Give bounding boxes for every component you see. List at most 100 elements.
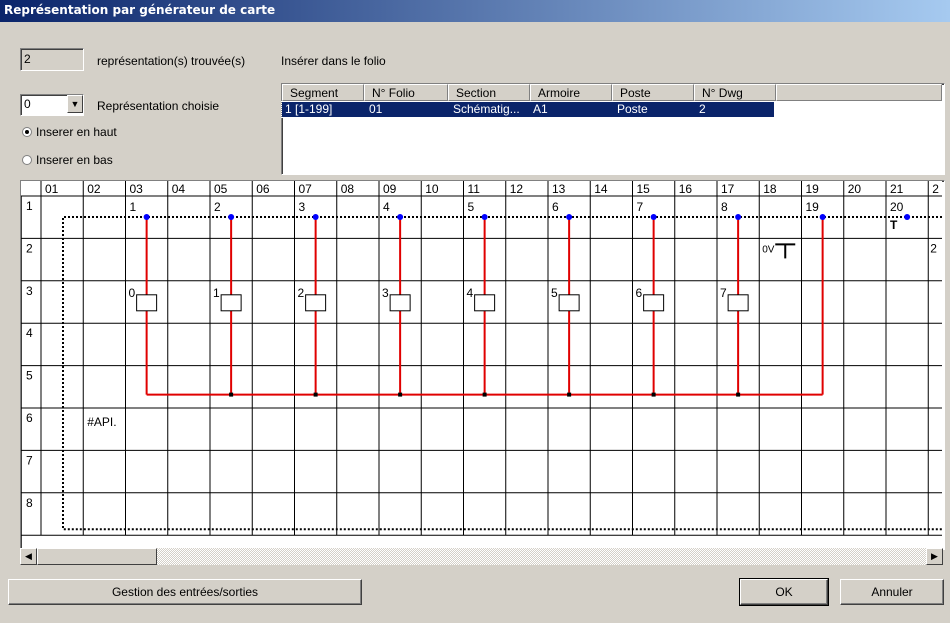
radio-insert-bottom-label: Inserer en bas (36, 153, 113, 167)
title-bar[interactable]: Représentation par générateur de carte (0, 0, 950, 22)
row-label: 8 (26, 496, 33, 510)
right-edge-label: 2 (930, 241, 937, 255)
component-label: 6 (636, 286, 643, 300)
col-header-empty (776, 84, 942, 101)
radio-insert-top[interactable]: Inserer en haut (22, 125, 117, 139)
terminal-dot (904, 214, 911, 220)
cancel-button[interactable]: Annuler (840, 579, 944, 605)
cell-section: Schématig... (453, 102, 520, 116)
schematic-canvas[interactable]: 01 02 03 04 05 06 07 08 09 10 11 12 13 14 15 16 17 18 19 20… (21, 181, 942, 547)
column-label: 16 (679, 182, 693, 196)
column-label: 10 (425, 182, 439, 196)
terminal-dot (735, 214, 742, 220)
io-management-button[interactable]: Gestion des entrées/sorties (8, 579, 362, 605)
terminal-label: 6 (552, 200, 559, 214)
component-box (474, 294, 496, 312)
row-label: 6 (26, 411, 33, 425)
terminal-label: 7 (637, 200, 644, 214)
api-label: #API. (87, 415, 116, 429)
component-label: 3 (382, 286, 389, 300)
column-label: 17 (721, 182, 735, 196)
schematic-grid[interactable]: 01 02 03 04 05 06 07 08 09 10 11 12 13 14 15 16 17 18 19 20… (20, 180, 945, 550)
junction-dot (313, 392, 318, 397)
component-box (305, 294, 327, 312)
row-label: 3 (26, 284, 33, 298)
column-label: 03 (130, 182, 144, 196)
component-box (220, 294, 242, 312)
component-box (389, 294, 411, 312)
component-box (727, 294, 749, 312)
terminal-label: 3 (299, 200, 306, 214)
row-label: 4 (26, 326, 33, 340)
zero-volt-label: 0V (762, 244, 775, 255)
cell-dwg: 2 (699, 102, 706, 116)
terminal-label: 4 (383, 200, 390, 214)
column-label: 15 (637, 182, 651, 196)
terminal-dot (228, 214, 235, 220)
col-header-section[interactable]: Section (448, 84, 530, 101)
col-header-dwg[interactable]: N° Dwg (694, 84, 776, 101)
cell-poste: Poste (617, 102, 648, 116)
row-label: 5 (26, 369, 33, 383)
junction-dot (651, 392, 656, 397)
column-label: 12 (510, 182, 524, 196)
component-box (136, 294, 158, 312)
radio-insert-top-label: Inserer en haut (36, 125, 117, 139)
terminal-label: 8 (721, 200, 728, 214)
junction-dot (736, 392, 741, 397)
horizontal-scrollbar[interactable]: ◀ ▶ (20, 548, 943, 565)
arrow-right-icon[interactable]: ▶ (926, 548, 943, 565)
column-label: 02 (87, 182, 101, 196)
junction-dot (229, 392, 234, 397)
terminal-label: 20 (890, 200, 904, 214)
radio-dot-icon (22, 127, 32, 137)
terminal-dot (819, 214, 826, 220)
row-label: 1 (26, 199, 33, 213)
column-label: 05 (214, 182, 228, 196)
junction-dot (398, 392, 403, 397)
dotted-frame (62, 216, 942, 531)
component-box (643, 294, 665, 312)
column-label: 21 (890, 182, 904, 196)
representation-select[interactable]: 0 ▼ (20, 94, 84, 116)
cell-armoire: A1 (533, 102, 548, 116)
component-label: 2 (298, 286, 305, 300)
component-label: 7 (720, 286, 727, 300)
chevron-down-icon[interactable]: ▼ (67, 95, 83, 113)
column-label: 04 (172, 182, 186, 196)
column-label: 14 (594, 182, 608, 196)
row-label: 2 (26, 241, 33, 255)
junction-dot (567, 392, 572, 397)
component-label: 1 (213, 286, 220, 300)
cell-folio: 01 (369, 102, 383, 116)
component-label: 0 (129, 286, 136, 300)
scroll-track[interactable] (37, 548, 926, 565)
column-label: 11 (468, 182, 481, 196)
radio-insert-bottom[interactable]: Inserer en bas (22, 153, 113, 167)
col-header-armoire[interactable]: Armoire (530, 84, 612, 101)
component-label: 5 (551, 286, 558, 300)
ok-button[interactable]: OK (739, 578, 829, 606)
terminal-dot (312, 214, 319, 220)
dialog-window: Représentation par générateur de carte 2… (0, 0, 950, 623)
terminal-label: 5 (468, 200, 475, 214)
column-label: 18 (763, 182, 777, 196)
column-label: 13 (552, 182, 566, 196)
found-count-value: 2 (24, 52, 31, 66)
terminal-label: 19 (806, 200, 820, 214)
terminal-label: 2 (214, 200, 221, 214)
column-label: 07 (299, 182, 313, 196)
col-header-poste[interactable]: Poste (612, 84, 694, 101)
scroll-thumb[interactable] (37, 548, 157, 565)
col-header-folio[interactable]: N° Folio (364, 84, 448, 101)
table-row[interactable]: 1 [1-199] 01 Schématig... A1 Poste 2 (281, 101, 775, 118)
folio-list[interactable]: Segment N° Folio Section Armoire Poste N… (281, 83, 945, 175)
arrow-left-icon[interactable]: ◀ (20, 548, 37, 565)
col-header-segment[interactable]: Segment (282, 84, 364, 101)
component-box (558, 294, 580, 312)
found-count-label: représentation(s) trouvée(s) (97, 54, 246, 68)
terminal-dot (481, 214, 488, 220)
column-label: 20 (848, 182, 862, 196)
junction-dot (482, 392, 487, 397)
column-label: 19 (806, 182, 820, 196)
